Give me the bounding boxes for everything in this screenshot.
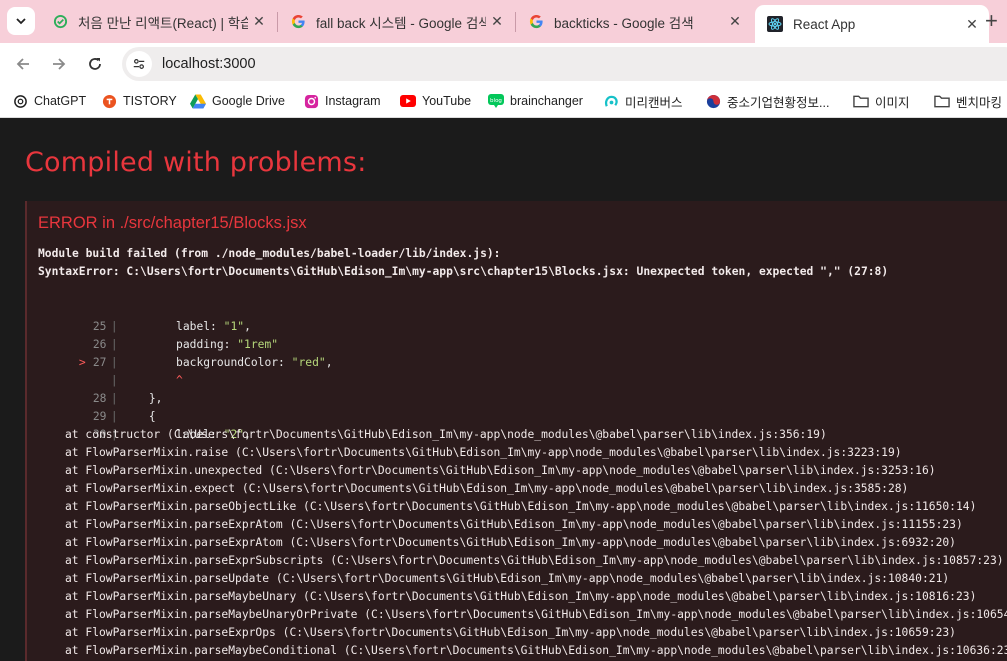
chevron-down-icon [16, 18, 26, 25]
stack-trace-line: at FlowParserMixin.parseExprAtom (C:\Use… [65, 518, 963, 531]
tistory-icon [101, 93, 117, 109]
bookmark-label: YouTube [422, 94, 472, 108]
tab-search-button[interactable] [7, 7, 35, 35]
bookmarks-bar: ChatGPT TISTORY Google Drive Instagram Y… [0, 85, 1007, 118]
tab-title: backticks - Google 검색 [554, 15, 694, 31]
google-favicon [528, 14, 544, 30]
code-frame-line: 29 | { [92, 410, 156, 423]
url-text[interactable]: localhost:3000 [162, 56, 256, 72]
instagram-icon [303, 93, 319, 109]
bookmark-sme-info[interactable]: 중소기업현황정보... [705, 85, 829, 117]
stack-trace-line: at FlowParserMixin.parseUpdate (C:\Users… [65, 572, 950, 585]
error-message-line: SyntaxError: C:\Users\fortr\Documents\Gi… [38, 265, 889, 278]
tab-title: React App [793, 16, 856, 32]
bookmark-tistory[interactable]: TISTORY [101, 85, 177, 117]
site-info-icon [133, 59, 145, 69]
stack-trace-line: at FlowParserMixin.unexpected (C:\Users\… [65, 464, 936, 477]
bookmark-label: ChatGPT [34, 94, 87, 108]
site-info-button[interactable] [126, 51, 152, 77]
code-frame-caret-line: | ^ [110, 374, 183, 387]
bookmark-label: Instagram [325, 94, 381, 108]
miricanvas-icon [603, 93, 619, 109]
stack-trace-line: at FlowParserMixin.parseMaybeConditional… [65, 644, 1007, 657]
bookmark-miricanvas[interactable]: 미리캔버스 [603, 85, 683, 117]
tab-strip: 처음 만난 리액트(React) | 학습 ✕ fall back 시스템 - … [0, 0, 1007, 43]
back-button[interactable] [10, 52, 36, 76]
google-drive-icon [190, 93, 206, 109]
arrow-left-icon [16, 58, 29, 70]
close-tab-icon[interactable]: ✕ [724, 13, 746, 30]
bookmark-instagram[interactable]: Instagram [303, 85, 381, 117]
bookmark-label: 이미지 [875, 95, 910, 110]
tab-react-lecture[interactable]: 처음 만난 리액트(React) | 학습 ✕ [40, 0, 276, 43]
code-frame-line: 26 | padding: "1rem" [92, 338, 279, 351]
chatgpt-icon [12, 93, 28, 109]
close-tab-icon[interactable]: ✕ [486, 13, 508, 30]
code-frame-line: 25 | label: "1", [92, 320, 251, 333]
bookmark-label: brainchanger [510, 94, 583, 108]
stack-trace-line: at FlowParserMixin.parseExprOps (C:\User… [65, 626, 956, 639]
error-heading: ERROR in ./src/chapter15/Blocks.jsx [38, 214, 307, 232]
reload-button[interactable] [82, 52, 108, 76]
stack-trace-line: at FlowParserMixin.expect (C:\Users\fort… [65, 482, 909, 495]
stack-trace-line: at FlowParserMixin.parseExprSubscripts (… [65, 554, 1004, 567]
svg-text:blog: blog [490, 98, 502, 104]
tab-title: fall back 시스템 - Google 검색 [316, 15, 486, 31]
bookmark-label: TISTORY [123, 94, 177, 108]
bookmark-label: 중소기업현황정보... [727, 95, 830, 110]
korea-gov-icon [705, 93, 721, 109]
blog-icon: blog [488, 93, 504, 109]
stack-trace-line: at constructor (C:\Users\fortr\Documents… [65, 428, 827, 441]
address-bar[interactable]: localhost:3000 [122, 47, 1007, 81]
close-tab-icon[interactable]: ✕ [961, 16, 983, 33]
code-frame-line: 28 | }, [92, 392, 163, 405]
stack-trace-line: at FlowParserMixin.raise (C:\Users\fortr… [65, 446, 902, 459]
code-frame-line: 30 | label: "2", [92, 428, 251, 441]
stack-trace-line: at FlowParserMixin.parseMaybeUnary (C:\U… [65, 590, 977, 603]
bookmark-google-drive[interactable]: Google Drive [190, 85, 285, 117]
stack-trace-line: at FlowParserMixin.parseMaybeUnaryOrPriv… [65, 608, 1007, 621]
forward-button[interactable] [46, 52, 72, 76]
tab-react-app[interactable]: React App ✕ [755, 5, 989, 43]
tab-fallback-search[interactable]: fall back 시스템 - Google 검색 ✕ [278, 0, 514, 43]
bookmark-youtube[interactable]: YouTube [400, 85, 471, 117]
bookmark-label: 벤치마킹 [956, 95, 1003, 110]
bookmark-chatgpt[interactable]: ChatGPT [12, 85, 86, 117]
folder-icon [934, 93, 950, 109]
stack-trace-line: at FlowParserMixin.parseExprAtom (C:\Use… [65, 536, 956, 549]
code-frame-error-line: >27 | backgroundColor: "red", [38, 336, 333, 369]
close-tab-icon[interactable]: ✕ [248, 13, 270, 30]
bookmark-brainchanger[interactable]: blog brainchanger [488, 85, 583, 117]
error-overlay: Compiled with problems: ERROR in ./src/c… [0, 118, 1007, 661]
tab-backticks-search[interactable]: backticks - Google 검색 ✕ [516, 0, 752, 43]
overlay-title: Compiled with problems: [25, 147, 367, 178]
new-tab-button[interactable]: + [985, 9, 998, 33]
react-favicon [767, 16, 783, 32]
arrow-right-icon [53, 58, 66, 70]
folder-icon [853, 93, 869, 109]
bookmark-folder-benchmarking[interactable]: 벤치마킹 [934, 85, 1002, 117]
bookmark-folder-images[interactable]: 이미지 [853, 85, 910, 117]
browser-toolbar: localhost:3000 [0, 43, 1007, 85]
lecture-favicon [52, 14, 68, 30]
google-favicon [290, 14, 306, 30]
bookmark-label: 미리캔버스 [625, 95, 683, 110]
youtube-icon [400, 93, 416, 109]
error-panel: ERROR in ./src/chapter15/Blocks.jsx Modu… [25, 201, 1007, 661]
tab-title: 처음 만난 리액트(React) | 학습 [78, 15, 248, 31]
stack-trace-line: at FlowParserMixin.parseObjectLike (C:\U… [65, 500, 977, 513]
reload-icon [89, 58, 101, 70]
bookmark-label: Google Drive [212, 94, 285, 108]
error-message-line: Module build failed (from ./node_modules… [38, 247, 501, 260]
